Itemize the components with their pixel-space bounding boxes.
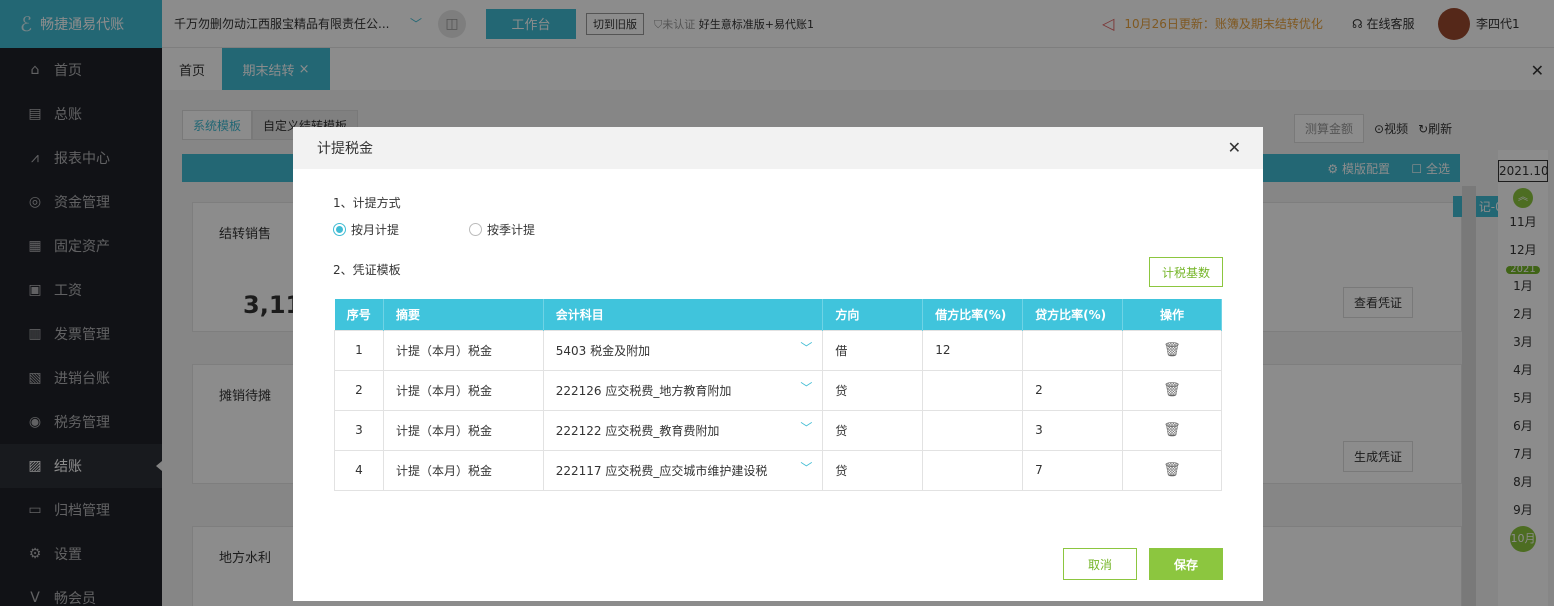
action-cell: 🗑︎ (1122, 409, 1222, 451)
section-accrual-method: 1、计提方式 (333, 196, 401, 210)
radio-quarterly[interactable]: 按季计提 (469, 221, 535, 238)
column-header: 序号 (334, 299, 384, 330)
chevron-down-icon[interactable]: ﹀ (800, 339, 812, 356)
debit-ratio-cell[interactable] (922, 409, 1024, 451)
debit-ratio-cell[interactable] (922, 369, 1024, 411)
row-number: 2 (334, 369, 384, 411)
direction-cell[interactable]: 借 (822, 329, 924, 371)
close-icon[interactable]: ✕ (1228, 138, 1241, 157)
direction-cell[interactable]: 贷 (822, 409, 924, 451)
account-select[interactable]: 222122 应交税费_教育费附加 ﹀ (542, 409, 824, 451)
radio-dot (469, 223, 483, 236)
debit-ratio-cell[interactable]: 12 (922, 329, 1024, 371)
summary-cell[interactable]: 计提（本月）税金 (382, 449, 544, 491)
row-number: 4 (334, 449, 384, 491)
row-number: 1 (334, 329, 384, 371)
voucher-template-table: 序号 摘要 会计科目 方向 借方比率(%) 贷方比率(%) 操作 1 计提（本月）税金 5403… (334, 299, 1222, 491)
account-select[interactable]: 222126 应交税费_地方教育附加 ﹀ (542, 369, 824, 411)
summary-cell[interactable]: 计提（本月）税金 (382, 409, 544, 451)
credit-ratio-cell[interactable]: 3 (1022, 409, 1124, 451)
radio-monthly[interactable]: 按月计提 (333, 221, 399, 238)
row-number: 3 (334, 409, 384, 451)
trash-icon[interactable]: 🗑︎ (1163, 342, 1181, 358)
account-value: 5403 税金及附加 (555, 343, 651, 358)
credit-ratio-cell[interactable]: 2 (1022, 369, 1124, 411)
column-header: 借方比率(%) (922, 299, 1024, 330)
account-select[interactable]: 5403 税金及附加 ﹀ (542, 329, 824, 371)
radio-label: 按月计提 (351, 223, 400, 237)
table-body: 1 计提（本月）税金 5403 税金及附加 ﹀ 借 12 🗑︎ 2 计提（本月）税金 222126… (334, 329, 1222, 491)
credit-ratio-cell[interactable] (1022, 329, 1124, 371)
tax-base-button[interactable]: 计税基数 (1149, 257, 1223, 287)
tax-accrual-dialog: 计提税金 ✕ 1、计提方式 按月计提 按季计提 2、凭证模板 计税基数 序号 摘要… (293, 127, 1263, 601)
debit-ratio-cell[interactable] (922, 449, 1024, 491)
summary-cell[interactable]: 计提（本月）税金 (382, 329, 544, 371)
column-header: 方向 (822, 299, 924, 330)
summary-cell[interactable]: 计提（本月）税金 (382, 369, 544, 411)
dialog-title: 计提税金 (317, 141, 373, 157)
section-voucher-template: 2、凭证模板 (333, 263, 401, 277)
table-row: 3 计提（本月）税金 222122 应交税费_教育费附加 ﹀ 贷 3 🗑︎ (334, 409, 1222, 451)
cancel-button[interactable]: 取消 (1063, 548, 1137, 580)
action-cell: 🗑︎ (1122, 369, 1222, 411)
table-row: 4 计提（本月）税金 222117 应交税费_应交城市维护建设税 ﹀ 贷 7 🗑︎ (334, 449, 1222, 491)
trash-icon[interactable]: 🗑︎ (1163, 382, 1181, 398)
action-cell: 🗑︎ (1122, 329, 1222, 371)
save-button[interactable]: 保存 (1149, 548, 1223, 580)
table-row: 2 计提（本月）税金 222126 应交税费_地方教育附加 ﹀ 贷 2 🗑︎ (334, 369, 1222, 411)
account-value: 222122 应交税费_教育费附加 (555, 423, 720, 438)
dialog-header: 计提税金 ✕ (293, 127, 1263, 169)
account-select[interactable]: 222117 应交税费_应交城市维护建设税 ﹀ (542, 449, 824, 491)
table-row: 1 计提（本月）税金 5403 税金及附加 ﹀ 借 12 🗑︎ (334, 329, 1222, 371)
direction-cell[interactable]: 贷 (822, 369, 924, 411)
chevron-down-icon[interactable]: ﹀ (800, 459, 812, 476)
trash-icon[interactable]: 🗑︎ (1163, 462, 1181, 478)
column-header: 摘要 (383, 299, 544, 330)
chevron-down-icon[interactable]: ﹀ (800, 379, 812, 396)
account-value: 222117 应交税费_应交城市维护建设税 (555, 463, 768, 478)
radio-dot (333, 223, 346, 236)
column-header: 贷方比率(%) (1022, 299, 1124, 330)
column-header: 会计科目 (543, 299, 824, 330)
credit-ratio-cell[interactable]: 7 (1022, 449, 1124, 491)
table-header: 序号 摘要 会计科目 方向 借方比率(%) 贷方比率(%) 操作 (334, 299, 1222, 330)
direction-cell[interactable]: 贷 (822, 449, 924, 491)
radio-label: 按季计提 (487, 223, 536, 237)
chevron-down-icon[interactable]: ﹀ (800, 419, 812, 436)
trash-icon[interactable]: 🗑︎ (1163, 422, 1181, 438)
account-value: 222126 应交税费_地方教育附加 (555, 383, 732, 398)
accrual-method-radios: 按月计提 按季计提 (333, 221, 605, 238)
action-cell: 🗑︎ (1122, 449, 1222, 491)
column-header: 操作 (1122, 299, 1222, 330)
